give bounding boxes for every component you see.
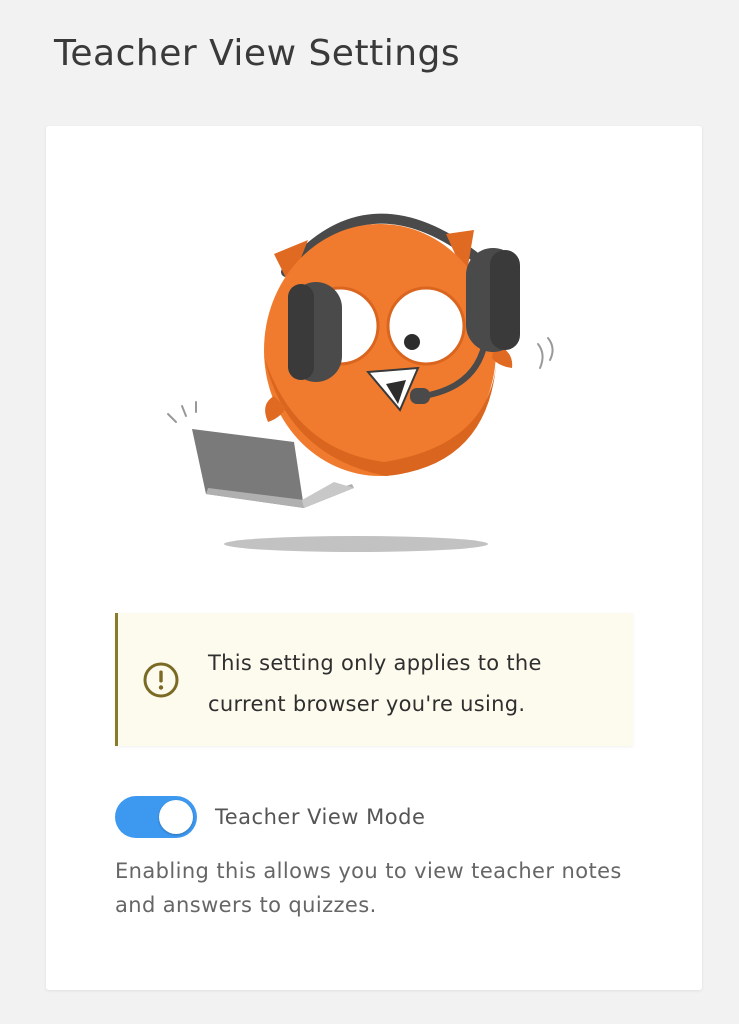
- toggle-description: Enabling this allows you to view teacher…: [115, 859, 622, 917]
- headphone-left: [288, 282, 342, 382]
- exclamation-circle-icon: [143, 662, 179, 698]
- settings-card: This setting only applies to the current…: [46, 126, 702, 990]
- headphone-right: [466, 248, 520, 352]
- toggle-knob: [159, 800, 193, 834]
- owl-mascot-illustration: [167, 213, 554, 552]
- notice-text: This setting only applies to the current…: [208, 651, 542, 716]
- teacher-view-toggle-row: Teacher View Mode: [115, 796, 425, 838]
- toggle-label: Teacher View Mode: [215, 805, 426, 829]
- ground-shadow: [224, 536, 488, 552]
- teacher-view-mode-toggle[interactable]: [115, 796, 197, 838]
- page-title: Teacher View Settings: [54, 33, 461, 74]
- info-notice: This setting only applies to the current…: [115, 613, 633, 746]
